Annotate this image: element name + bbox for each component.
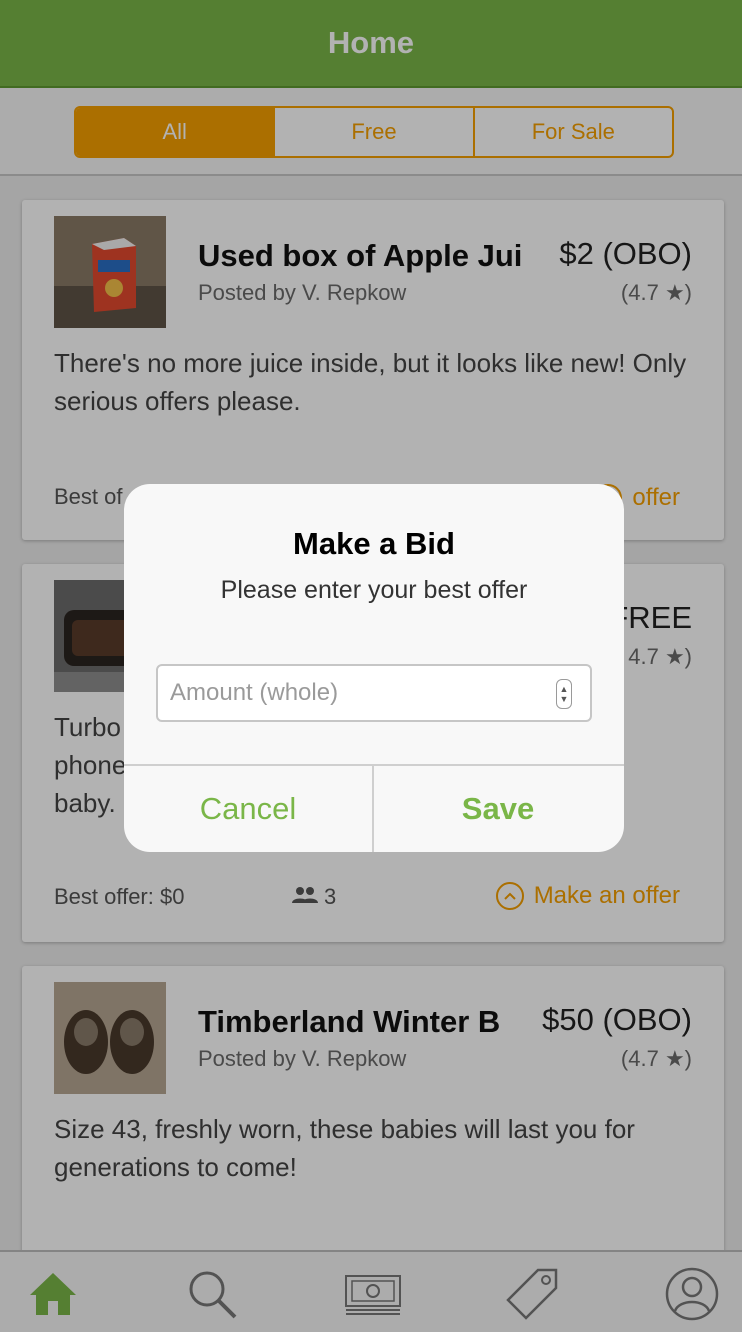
bid-amount-field[interactable]: ▲▼	[156, 664, 592, 722]
make-bid-dialog: Make a Bid Please enter your best offer …	[124, 484, 624, 852]
cancel-button[interactable]: Cancel	[124, 766, 372, 852]
dialog-message: Please enter your best offer	[220, 576, 528, 604]
dialog-title: Make a Bid	[293, 526, 455, 561]
save-button[interactable]: Save	[374, 766, 622, 852]
bid-amount-input[interactable]	[170, 674, 540, 712]
number-stepper-icon[interactable]: ▲ ▼	[556, 679, 572, 709]
